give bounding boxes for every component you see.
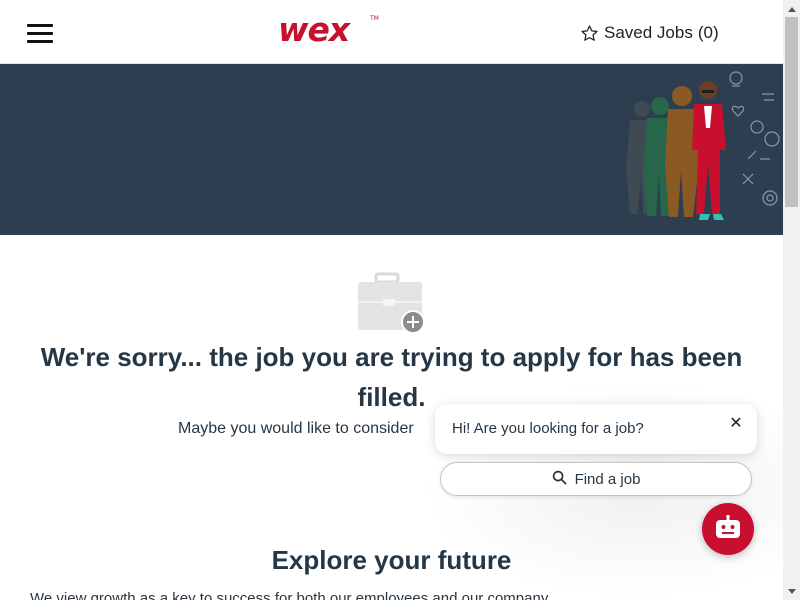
scrollbar-thumb[interactable] — [785, 17, 798, 207]
hero-banner — [0, 64, 783, 235]
robot-icon — [715, 515, 741, 543]
briefcase-plus-icon — [356, 272, 426, 334]
page-scrollbar[interactable] — [783, 0, 800, 600]
hamburger-menu-icon[interactable] — [27, 24, 53, 44]
close-icon[interactable]: ✕ — [727, 413, 745, 432]
search-icon — [552, 470, 567, 489]
chat-greeting-bubble: Hi! Are you looking for a job? ✕ — [435, 404, 757, 454]
banner-illustration — [626, 71, 780, 220]
wex-logo[interactable]: wex TM — [278, 12, 379, 48]
chat-greeting-text: Hi! Are you looking for a job? — [452, 420, 644, 437]
explore-text: We view growth as a key to success for b… — [30, 590, 549, 600]
job-filled-subtext: Maybe you would like to consider — [178, 420, 414, 437]
find-a-job-button[interactable]: Find a job — [440, 462, 752, 496]
scroll-down-arrow-icon[interactable] — [783, 583, 800, 600]
find-a-job-label: Find a job — [574, 470, 641, 488]
star-outline-icon — [580, 24, 599, 43]
chatbot-launcher-button[interactable] — [702, 503, 754, 555]
scroll-up-arrow-icon[interactable] — [783, 0, 800, 17]
explore-heading: Explore your future — [271, 545, 512, 575]
saved-jobs-link[interactable]: Saved Jobs (0) — [580, 20, 719, 46]
site-header: wex TM Saved Jobs (0) — [0, 0, 783, 64]
saved-jobs-label: Saved Jobs — [604, 23, 693, 42]
saved-jobs-count: (0) — [697, 23, 719, 42]
